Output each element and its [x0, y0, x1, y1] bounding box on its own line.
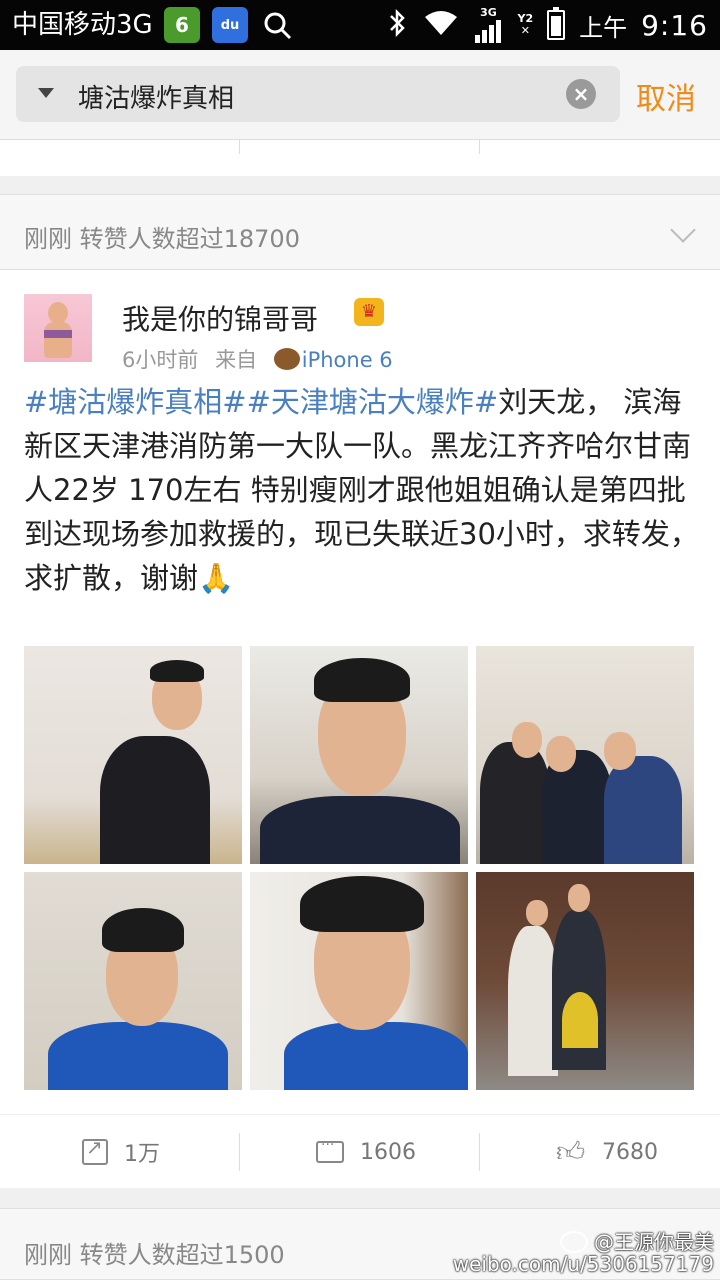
- photo-hair: [314, 658, 410, 702]
- watermark-handle: @王源你最美: [560, 1226, 714, 1255]
- divider-line: [479, 1133, 480, 1171]
- avatar-clothing: [44, 330, 72, 338]
- battery-icon: [547, 7, 566, 40]
- divider-line: [239, 1133, 240, 1171]
- photo-5[interactable]: [250, 872, 468, 1090]
- post-meta: 6小时前 来自 iPhone 6: [122, 344, 393, 374]
- photo-face: [512, 722, 542, 758]
- app-notification-icon: 6: [164, 7, 200, 43]
- photo-3[interactable]: [476, 646, 694, 864]
- weibo-logo-icon: [560, 1231, 588, 1253]
- card-header-text: 刚刚 转赞人数超过18700: [24, 225, 300, 253]
- like-count: 7680: [602, 1139, 658, 1165]
- status-bar: 中国移动3G 6 du 3G Y2 ✕ 上午 9:16: [0, 0, 720, 50]
- photo-face: [604, 732, 636, 770]
- divider: [479, 1115, 480, 1189]
- carrier-label: 中国移动3G: [12, 10, 153, 40]
- topic-link[interactable]: #天津塘沽大爆炸#: [247, 385, 499, 419]
- comment-icon: [316, 1137, 344, 1163]
- search-input[interactable]: 塘沽爆炸真相 ×: [16, 66, 620, 122]
- photo-hair: [102, 908, 184, 952]
- network-signal: 3G: [473, 7, 503, 43]
- clock: 9:16: [641, 8, 708, 42]
- baidu-icon: du: [212, 7, 248, 43]
- photo-figure: [100, 736, 210, 864]
- photo-figure: [260, 796, 460, 864]
- post-actions: 1万 1606 👍︎ 7680: [0, 1114, 720, 1188]
- avatar-body: [44, 322, 72, 358]
- dropdown-arrow-icon[interactable]: [38, 88, 54, 98]
- clear-icon[interactable]: ×: [566, 79, 596, 109]
- photo-face: [546, 736, 576, 772]
- watermark-url: weibo.com/u/5306157179: [452, 1252, 714, 1276]
- card-header[interactable]: 刚刚 转赞人数超过18700: [0, 194, 720, 270]
- repost-count: 1万: [124, 1142, 160, 1167]
- divider: [479, 140, 480, 154]
- divider: [239, 1115, 240, 1189]
- previous-card-actions: [0, 140, 720, 176]
- photo-umbrella: [562, 992, 598, 1048]
- avatar-head: [48, 302, 68, 324]
- sim2-label: Y2: [517, 12, 534, 25]
- share-icon: [82, 1135, 108, 1165]
- comment-button[interactable]: 1606: [316, 1115, 416, 1189]
- search-icon: [262, 10, 294, 46]
- search-query[interactable]: 塘沽爆炸真相: [78, 78, 234, 115]
- photo-figure: [48, 1022, 228, 1090]
- post-source[interactable]: iPhone 6: [302, 348, 393, 372]
- avatar[interactable]: [24, 294, 92, 362]
- chevron-down-icon[interactable]: [670, 217, 696, 243]
- wifi-icon: [423, 9, 459, 41]
- topic-link[interactable]: #塘沽爆炸真相#: [24, 385, 247, 419]
- post-from: 来自: [215, 348, 258, 372]
- photo-face: [526, 900, 548, 926]
- ampm-label: 上午: [579, 13, 628, 42]
- network-type: 3G: [480, 6, 497, 19]
- emoji-monkey-icon: [273, 348, 300, 370]
- photo-figure: [604, 756, 682, 864]
- photo-1[interactable]: [24, 646, 242, 864]
- watermark-name: @王源你最美: [594, 1230, 714, 1254]
- comment-count: 1606: [360, 1139, 416, 1165]
- username[interactable]: 我是你的锦哥哥: [122, 298, 318, 338]
- like-button[interactable]: 👍︎ 7680: [556, 1115, 658, 1189]
- photo-hair: [300, 876, 424, 932]
- sim2-signal: Y2 ✕: [517, 12, 534, 37]
- photo-face: [568, 884, 590, 912]
- search-header: 塘沽爆炸真相 × 取消: [0, 50, 720, 140]
- bluetooth-icon: [385, 7, 409, 43]
- photo-2[interactable]: [250, 646, 468, 864]
- divider: [239, 140, 240, 154]
- thumbs-up-icon: 👍︎: [556, 1135, 586, 1168]
- repost-button[interactable]: 1万: [82, 1115, 160, 1189]
- photo-figure: [284, 1022, 468, 1090]
- photo-4[interactable]: [24, 872, 242, 1090]
- photo-figure: [508, 926, 558, 1076]
- photo-6[interactable]: [476, 872, 694, 1090]
- photo-hair: [150, 660, 204, 682]
- card-header-text: 刚刚 转赞人数超过1500: [24, 1241, 285, 1269]
- weibo-post[interactable]: 我是你的锦哥哥 ♛ 6小时前 来自 iPhone 6 #塘沽爆炸真相##天津塘沽…: [0, 270, 720, 1114]
- cancel-button[interactable]: 取消: [636, 74, 696, 118]
- vip-crown-icon: ♛: [354, 298, 384, 326]
- post-time: 6小时前: [122, 348, 199, 372]
- post-text: #塘沽爆炸真相##天津塘沽大爆炸#刘天龙， 滨海新区天津港消防第一大队一队。黑龙…: [24, 380, 700, 600]
- photo-figure: [480, 742, 550, 864]
